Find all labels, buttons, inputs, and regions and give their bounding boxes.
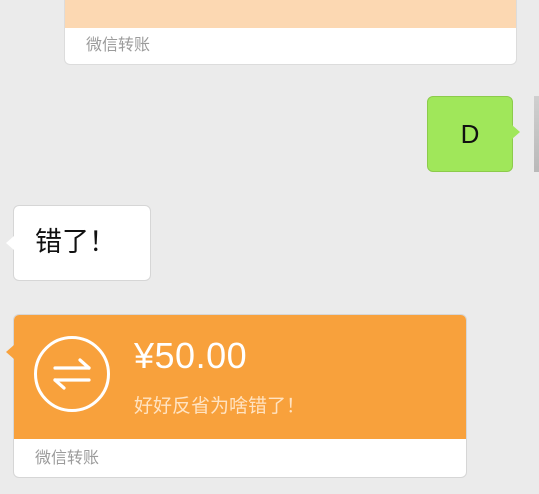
transfer-card-header: ¥50.00 好好反省为啥错了！	[14, 315, 466, 439]
sent-message-text: D	[460, 119, 480, 149]
sent-message-bubble[interactable]: D	[427, 96, 520, 172]
bubble-tail	[6, 236, 14, 250]
transfer-arrows-icon	[34, 336, 110, 412]
transfer-card-header	[65, 0, 516, 28]
bubble-tail	[512, 125, 520, 139]
transfer-amount: ¥50.00	[134, 335, 248, 376]
transfer-card-footer: 微信转账	[86, 35, 151, 54]
bubble-tail	[6, 345, 14, 359]
received-message-bubble[interactable]: 错了！	[6, 205, 151, 281]
received-transfer-card[interactable]: ¥50.00 好好反省为啥错了！ 微信转账	[6, 314, 467, 478]
transfer-note: 好好反省为啥错了！	[134, 395, 306, 417]
top-transfer-card[interactable]: 微信转账	[64, 0, 517, 65]
avatar[interactable]	[534, 96, 539, 172]
received-message-text: 错了！	[35, 227, 116, 258]
transfer-card-footer: 微信转账	[35, 448, 100, 467]
